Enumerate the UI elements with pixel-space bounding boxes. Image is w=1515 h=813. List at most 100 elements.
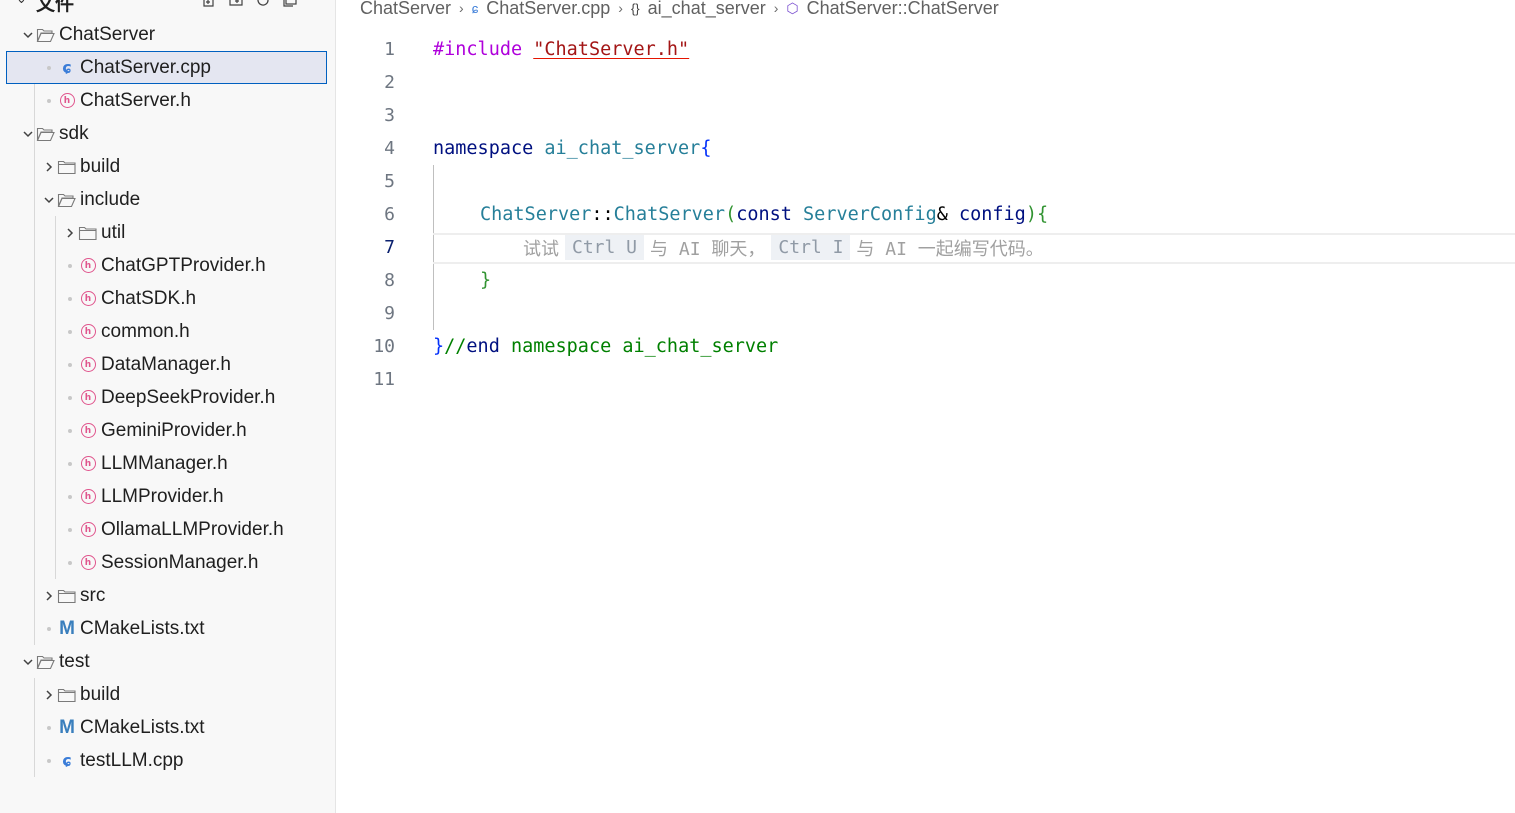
tree-item-label: DataManager.h	[101, 353, 231, 375]
code-text: ChatServer::ChatServer(const ServerConfi…	[480, 204, 1048, 225]
tree-folder-test[interactable]: test	[0, 645, 335, 678]
tree-folder-build[interactable]: build	[0, 678, 335, 711]
line-number: 11	[373, 369, 395, 390]
reference-operator: &	[936, 204, 948, 225]
line-number: 2	[384, 72, 395, 93]
chevron-right-icon: ›	[459, 0, 464, 16]
tree-file-llmprovider-h[interactable]: h LLMProvider.h	[0, 480, 335, 513]
tree-file-cmakelists[interactable]: M CMakeLists.txt	[0, 612, 335, 645]
keybinding-badge[interactable]: Ctrl I	[771, 235, 851, 260]
brace: {	[1036, 204, 1049, 225]
chevron-right-icon	[62, 225, 78, 241]
chevron-right-icon	[41, 159, 57, 175]
preprocessor-directive: #include	[433, 39, 523, 60]
tree-folder-sdk[interactable]: sdk	[0, 117, 335, 150]
tree-dot	[41, 626, 57, 631]
tree-folder-util[interactable]: util	[0, 216, 335, 249]
tree-file-cmakelists[interactable]: M CMakeLists.txt	[0, 711, 335, 744]
tree-file-datamanager-h[interactable]: h DataManager.h	[0, 348, 335, 381]
code-line: 9	[337, 297, 1515, 330]
tree-file-common-h[interactable]: h common.h	[0, 315, 335, 348]
class-name: ChatServer	[480, 204, 592, 225]
breadcrumb-item[interactable]: ChatServer::ChatServer	[807, 0, 999, 19]
code-text: }//end namespace ai_chat_server	[433, 336, 778, 357]
tree-dot	[62, 461, 78, 466]
line-number: 1	[384, 39, 395, 60]
refresh-icon[interactable]	[254, 0, 272, 10]
code-line: 4 namespace ai_chat_server{	[337, 132, 1515, 165]
chevron-right-icon	[41, 588, 57, 604]
tree-dot	[62, 395, 78, 400]
brace: }	[480, 270, 492, 291]
include-string: "ChatServer.h"	[533, 39, 690, 60]
tree-item-label: DeepSeekProvider.h	[101, 386, 276, 408]
keyword: const	[736, 204, 792, 225]
breadcrumb-item[interactable]: ai_chat_server	[648, 0, 766, 19]
folder-icon	[57, 158, 77, 176]
namespace-icon: {}	[630, 0, 640, 16]
hint-text: 与 AI 一起编写代码。	[856, 238, 1044, 260]
code-line: 1 #include "ChatServer.h"	[337, 33, 1515, 66]
header-file-icon: h	[78, 455, 98, 473]
tree-file-chatgptprovider-h[interactable]: h ChatGPTProvider.h	[0, 249, 335, 282]
tree-dot	[62, 329, 78, 334]
line-number: 8	[384, 270, 395, 291]
tree-folder-src[interactable]: src	[0, 579, 335, 612]
tree-file-geminiprovider-h[interactable]: h GeminiProvider.h	[0, 414, 335, 447]
tree-file-sessionmanager-h[interactable]: h SessionManager.h	[0, 546, 335, 579]
folder-open-icon	[36, 26, 56, 44]
keybinding-badge[interactable]: Ctrl U	[565, 235, 645, 260]
header-file-icon: h	[78, 554, 98, 572]
line-number: 7	[384, 237, 395, 258]
tree-file-chatsdk-h[interactable]: h ChatSDK.h	[0, 282, 335, 315]
chevron-down-icon	[20, 27, 36, 43]
parameter-name: config	[958, 204, 1026, 225]
tree-dot	[41, 98, 57, 103]
collapse-all-icon[interactable]	[281, 0, 299, 10]
tree-file-testllm-cpp[interactable]: ɕ testLLM.cpp	[0, 744, 335, 777]
code-editor[interactable]: 1 #include "ChatServer.h" 2 3 4 namespac…	[337, 33, 1515, 813]
breadcrumb-item[interactable]: ChatServer.cpp	[486, 0, 610, 19]
tree-item-label: src	[80, 584, 106, 606]
header-file-icon: h	[78, 290, 98, 308]
header-file-icon: h	[57, 92, 77, 110]
chevron-down-icon	[41, 192, 57, 208]
header-file-icon: h	[78, 389, 98, 407]
tree-folder-chatserver[interactable]: ChatServer	[0, 18, 335, 51]
tree-file-chatserver-h[interactable]: h ChatServer.h	[0, 84, 335, 117]
tree-item-label: ChatServer.cpp	[80, 56, 211, 78]
code-line: 3	[337, 99, 1515, 132]
tree-file-deepseekprovider-h[interactable]: h DeepSeekProvider.h	[0, 381, 335, 414]
folder-icon	[78, 224, 98, 242]
folder-icon	[57, 587, 77, 605]
breadcrumb-item[interactable]: ChatServer	[360, 0, 451, 19]
tree-item-label: test	[59, 650, 90, 672]
chevron-right-icon	[41, 687, 57, 703]
tree-item-label: build	[80, 155, 121, 177]
comment-slashes: //	[444, 336, 467, 357]
tree-file-chatserver-cpp[interactable]: ɕ ChatServer.cpp	[6, 51, 327, 84]
new-file-icon[interactable]	[200, 0, 218, 10]
tree-item-label: ChatSDK.h	[101, 287, 197, 309]
header-file-icon: h	[78, 521, 98, 539]
header-file-icon: h	[78, 323, 98, 341]
tree-dot	[62, 527, 78, 532]
cmake-file-icon: M	[59, 617, 75, 639]
explorer-actions	[200, 0, 299, 10]
new-folder-icon[interactable]	[227, 0, 245, 10]
comment-word: end	[466, 336, 500, 357]
code-line: 8 }	[337, 264, 1515, 297]
code-line: 11	[337, 363, 1515, 396]
cpp-file-icon: ɕ	[62, 57, 72, 77]
comment-word: namespace	[510, 336, 612, 357]
tree-dot	[41, 65, 57, 70]
namespace-name: ai_chat_server	[544, 138, 701, 159]
chevron-down-icon[interactable]: ⌄	[16, 0, 27, 7]
tree-file-llmmanager-h[interactable]: h LLMManager.h	[0, 447, 335, 480]
tree-file-ollamallmprovider-h[interactable]: h OllamaLLMProvider.h	[0, 513, 335, 546]
tree-folder-include[interactable]: include	[0, 183, 335, 216]
tree-folder-build[interactable]: build	[0, 150, 335, 183]
tree-item-label: GeminiProvider.h	[101, 419, 247, 441]
brace: {	[700, 138, 712, 159]
tree-item-label: OllamaLLMProvider.h	[101, 518, 284, 540]
